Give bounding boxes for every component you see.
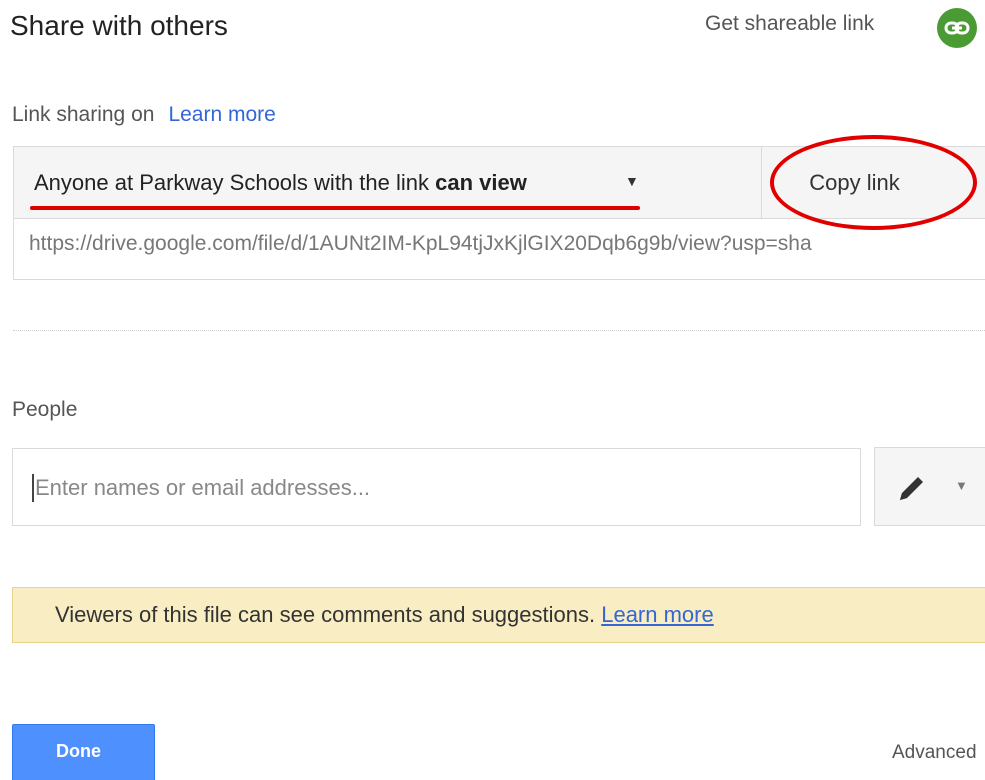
access-scope-text: Anyone at Parkway Schools with the link [34, 170, 436, 195]
get-shareable-link-button[interactable]: Get shareable link [705, 12, 874, 36]
permission-dropdown-button[interactable] [874, 447, 985, 526]
access-level-text: can view [435, 170, 527, 195]
link-sharing-status: Link sharing on Learn more [12, 103, 276, 127]
caret-down-icon[interactable]: ▼ [625, 173, 639, 189]
notice-text: Viewers of this file can see comments an… [55, 602, 602, 627]
section-divider [13, 330, 985, 331]
link-icon[interactable] [937, 8, 977, 48]
learn-more-link[interactable]: Learn more [168, 103, 275, 126]
notice-message: Viewers of this file can see comments an… [55, 602, 714, 628]
notice-learn-more-link[interactable]: Learn more [601, 602, 714, 627]
dialog-title: Share with others [10, 10, 228, 41]
advanced-link[interactable]: Advanced [892, 742, 985, 764]
annotation-underline [30, 206, 640, 210]
people-label: People [12, 398, 78, 421]
link-sharing-label: Link sharing on [12, 103, 155, 126]
pencil-icon [900, 477, 923, 500]
done-button[interactable]: Done [12, 724, 155, 780]
caret-down-icon[interactable]: ▼ [955, 478, 968, 493]
annotation-circle [770, 135, 977, 230]
access-dropdown-label[interactable]: Anyone at Parkway Schools with the link … [34, 170, 527, 196]
people-input-placeholder[interactable]: Enter names or email addresses... [35, 475, 370, 501]
share-url-field[interactable]: https://drive.google.com/file/d/1AUNt2IM… [29, 232, 979, 256]
text-cursor [32, 474, 34, 502]
